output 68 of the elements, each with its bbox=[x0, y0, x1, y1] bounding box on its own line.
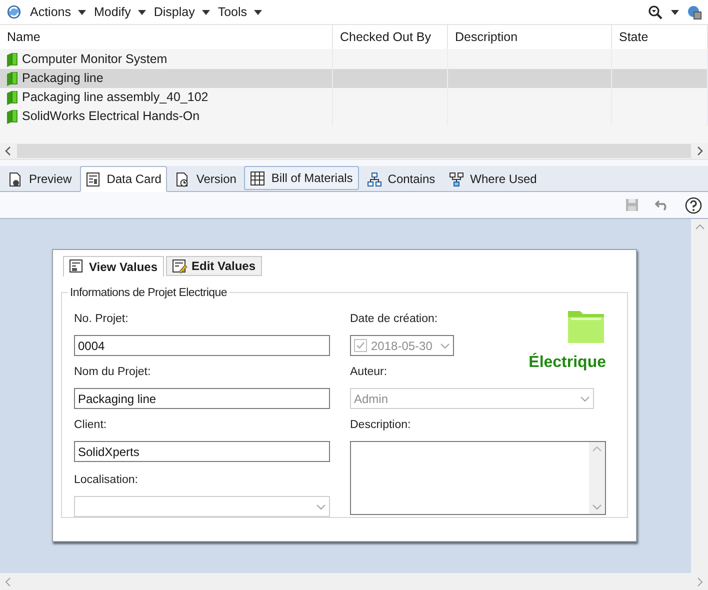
table-row[interactable]: Packaging line assembly_40_102 bbox=[0, 88, 708, 107]
table-cell-text: Packaging line assembly_40_102 bbox=[22, 89, 208, 106]
table-row[interactable]: SolidWorks Electrical Hands-On bbox=[0, 107, 708, 126]
scroll-up-icon bbox=[592, 446, 602, 452]
chevron-down-icon bbox=[580, 396, 590, 402]
refresh-icon[interactable] bbox=[6, 4, 22, 20]
search-icon[interactable] bbox=[648, 4, 663, 20]
chevron-down-icon bbox=[316, 504, 326, 510]
column-header[interactable]: Description bbox=[448, 25, 612, 49]
table-cell-text: Packaging line bbox=[22, 70, 104, 88]
input-field[interactable]: 0004 bbox=[74, 335, 330, 356]
hierarchy-icon bbox=[366, 172, 382, 186]
tab[interactable]: Contains bbox=[360, 167, 442, 191]
input-field[interactable]: SolidXperts bbox=[74, 441, 330, 462]
caret-icon bbox=[202, 10, 210, 14]
project-icon bbox=[6, 72, 18, 86]
column-header[interactable]: Name bbox=[0, 25, 333, 49]
menu-button[interactable]: Actions bbox=[30, 2, 86, 22]
menu-button[interactable]: Display bbox=[154, 2, 210, 22]
undo-icon[interactable] bbox=[655, 199, 669, 211]
project-icon bbox=[6, 52, 18, 66]
document-icon bbox=[175, 172, 190, 186]
menu-button[interactable]: Modify bbox=[94, 2, 146, 22]
tab[interactable]: Version bbox=[169, 167, 242, 191]
hierarchy-icon bbox=[449, 172, 464, 186]
field-label: Description: bbox=[350, 418, 412, 434]
column-header[interactable]: State bbox=[612, 25, 708, 49]
category-label: Électrique bbox=[528, 352, 606, 373]
tab[interactable]: View Values bbox=[63, 256, 164, 277]
field-label: No. Projet: bbox=[74, 312, 130, 328]
input-field[interactable]: Packaging line bbox=[74, 388, 330, 409]
scroll-left-icon[interactable] bbox=[4, 576, 12, 586]
field-label: Nom du Projet: bbox=[74, 365, 152, 380]
table-row[interactable]: Packaging line bbox=[0, 69, 708, 88]
caret-icon bbox=[138, 10, 146, 14]
pencil-document-icon bbox=[172, 258, 186, 274]
tab[interactable]: Edit Values bbox=[166, 256, 262, 276]
document-icon bbox=[69, 259, 84, 274]
tab[interactable]: Bill of Materials bbox=[244, 166, 359, 190]
save-icon[interactable] bbox=[625, 198, 639, 212]
scroll-down-icon bbox=[592, 504, 602, 510]
horizontal-scrollbar[interactable] bbox=[0, 573, 708, 590]
document-icon bbox=[86, 172, 101, 186]
tab[interactable]: Where Used bbox=[443, 167, 543, 191]
table-cell-text: Computer Monitor System bbox=[22, 51, 168, 68]
help-icon[interactable] bbox=[685, 196, 702, 214]
column-header[interactable]: Checked Out By bbox=[333, 25, 448, 49]
vertical-scrollbar[interactable] bbox=[691, 219, 708, 573]
chevron-down-icon bbox=[440, 342, 450, 348]
caret-icon bbox=[254, 10, 262, 14]
caret-icon bbox=[78, 10, 86, 14]
table-cell-text: SolidWorks Electrical Hands-On bbox=[22, 108, 200, 126]
scroll-up-icon[interactable] bbox=[694, 223, 704, 231]
field-label: Date de création: bbox=[350, 312, 439, 328]
field-label: Auteur: bbox=[350, 365, 388, 380]
tab[interactable]: Data Card bbox=[80, 166, 168, 192]
field-label: Client: bbox=[74, 418, 108, 434]
scroll-right-icon[interactable] bbox=[696, 576, 704, 586]
grid-icon bbox=[250, 170, 266, 186]
document-icon bbox=[8, 172, 23, 186]
project-icon bbox=[6, 110, 18, 124]
horizontal-scrollbar[interactable] bbox=[0, 143, 708, 160]
menu-button[interactable]: Tools bbox=[218, 2, 262, 22]
tab[interactable]: Preview bbox=[2, 167, 78, 191]
project-icon bbox=[6, 90, 18, 104]
text-area[interactable] bbox=[350, 441, 606, 515]
caret-icon[interactable] bbox=[671, 10, 679, 14]
field-label: Localisation: bbox=[74, 473, 139, 488]
